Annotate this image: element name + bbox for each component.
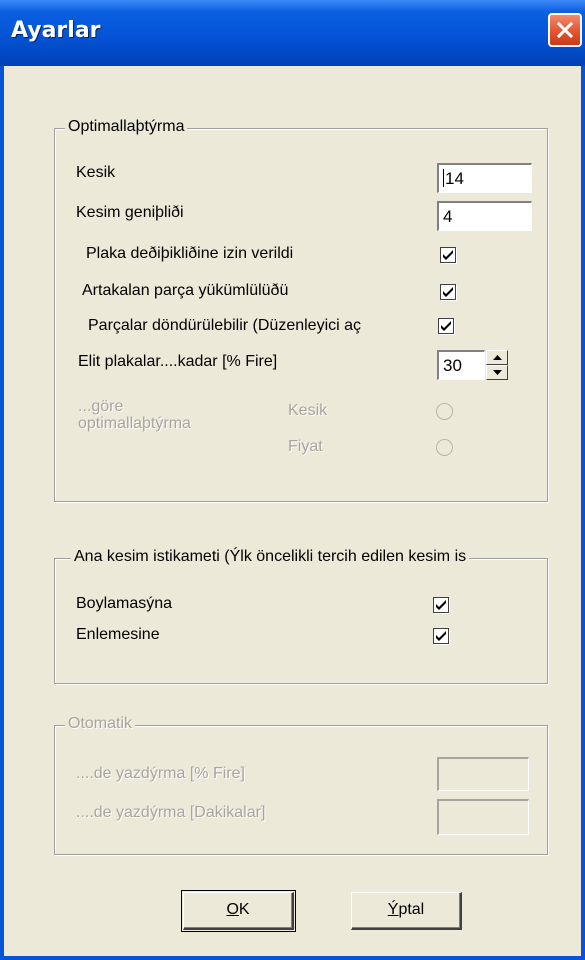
boylamasina-label: Boylamasýna xyxy=(76,595,173,612)
enlemesine-label: Enlemesine xyxy=(76,626,160,643)
window-title: Ayarlar xyxy=(11,18,101,43)
parcalar-label: Parçalar döndürülebilir (Düzenleyici aç xyxy=(88,317,362,334)
close-icon xyxy=(556,21,574,39)
window-border-right xyxy=(581,66,585,960)
direction-legend: Ana kesim istikameti (Ýlk öncelikli terc… xyxy=(71,548,470,566)
spin-down-button[interactable] xyxy=(486,365,508,380)
cancel-button[interactable]: Ýptal xyxy=(351,892,462,930)
title-bar[interactable]: Ayarlar xyxy=(0,0,585,66)
fire-label: ....de yazdýrma [% Fire] xyxy=(76,765,245,782)
elit-spinner xyxy=(486,350,508,380)
gore-label: ...göre optimallaþtýrma xyxy=(78,398,191,432)
boylamasina-checkbox[interactable] xyxy=(433,597,449,613)
kesik-label: Kesik xyxy=(76,164,116,181)
radio-fiyat[interactable] xyxy=(436,439,453,456)
spin-up-button[interactable] xyxy=(486,350,508,365)
arrow-up-icon xyxy=(493,355,502,360)
kesik-value: 14 xyxy=(445,169,464,188)
gore-line2: optimallaþtýrma xyxy=(78,415,191,432)
checkmark-icon xyxy=(443,287,453,297)
optimization-legend: Optimallaþtýrma xyxy=(65,118,188,136)
kesim-genisligi-label: Kesim geniþliði xyxy=(76,204,184,221)
cancel-label: ptal xyxy=(398,901,425,918)
close-button[interactable] xyxy=(548,13,582,47)
parcalar-checkbox[interactable] xyxy=(438,318,454,334)
gore-line1: ...göre xyxy=(78,398,124,415)
plaka-label: Plaka deðiþikliðine izin verildi xyxy=(86,245,294,262)
kesik-input[interactable]: 14 xyxy=(437,163,532,193)
checkmark-icon xyxy=(441,321,451,331)
dakika-label: ....de yazdýrma [Dakikalar] xyxy=(76,804,266,821)
ok-button[interactable]: OK xyxy=(183,892,294,930)
radio-kesik[interactable] xyxy=(436,403,453,420)
text-caret xyxy=(443,169,444,187)
kesim-genisligi-value: 4 xyxy=(443,207,453,226)
enlemesine-checkbox[interactable] xyxy=(433,628,449,644)
fire-input[interactable] xyxy=(437,757,529,791)
kesim-genisligi-input[interactable]: 4 xyxy=(437,201,532,231)
ok-mnemonic: O xyxy=(226,901,239,918)
checkmark-icon xyxy=(436,631,446,641)
elit-label: Elit plakalar....kadar [% Fire] xyxy=(78,353,278,370)
artakalan-label: Artakalan parça yükümlülüðü xyxy=(82,282,289,299)
checkmark-icon xyxy=(443,250,453,260)
artakalan-checkbox[interactable] xyxy=(440,284,456,300)
radio-fiyat-label: Fiyat xyxy=(288,438,323,455)
window-border-left xyxy=(0,66,4,960)
plaka-checkbox[interactable] xyxy=(440,247,456,263)
ok-label: K xyxy=(238,901,250,918)
window-border-bottom xyxy=(0,956,585,960)
dakika-input[interactable] xyxy=(437,799,529,835)
elit-value: 30 xyxy=(443,356,462,375)
radio-kesik-label: Kesik xyxy=(288,402,328,419)
arrow-down-icon xyxy=(493,370,502,375)
settings-dialog: Ayarlar Optimallaþtýrma Kesik 14 Kesim g… xyxy=(0,0,585,960)
direction-group: Ana kesim istikameti (Ýlk öncelikli terc… xyxy=(54,548,548,684)
elit-input[interactable]: 30 xyxy=(437,350,485,380)
cancel-mnemonic: Ý xyxy=(387,901,399,918)
checkmark-icon xyxy=(436,600,446,610)
automatic-legend: Otomatik xyxy=(65,715,136,733)
